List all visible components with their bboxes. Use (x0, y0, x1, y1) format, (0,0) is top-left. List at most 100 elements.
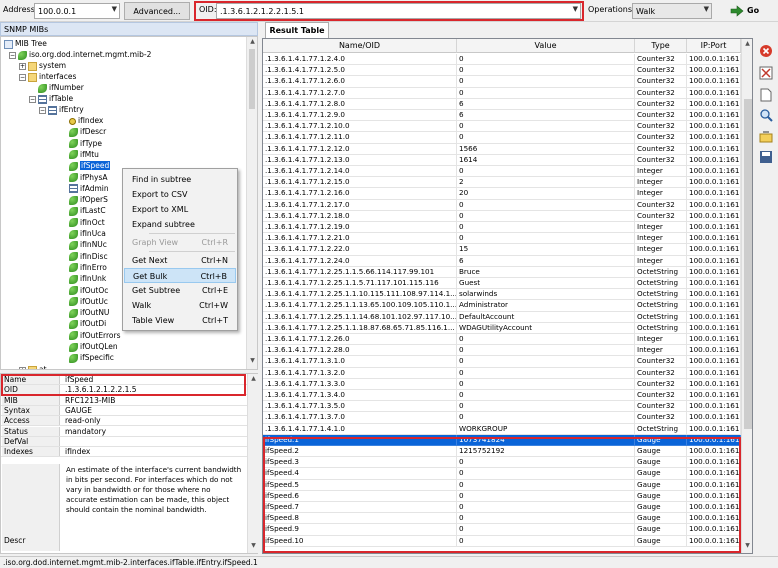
tree-node-ifinerro[interactable]: ifInErro (69, 262, 107, 273)
menu-find-in-subtree[interactable]: Find in subtree (124, 172, 236, 187)
find-icon[interactable] (759, 108, 773, 122)
table-row[interactable]: .1.3.6.1.4.1.77.1.2.9.0 6 Counter32 100.0.0… (263, 110, 741, 122)
table-row[interactable]: .1.3.6.1.4.1.77.1.3.3.0 0 Counter32 100.0.0… (263, 378, 741, 390)
tree-node-iflastc[interactable]: ifLastC (69, 205, 106, 216)
table-row[interactable]: .1.3.6.1.4.1.77.1.2.15.0 2 Integer 100.0.0.… (263, 177, 741, 189)
go-button[interactable]: Go (730, 3, 774, 19)
chevron-down-icon[interactable]: ▼ (573, 5, 578, 13)
table-row[interactable]: .1.3.6.1.4.1.77.1.2.14.0 0 Integer 100.0.0.… (263, 166, 741, 178)
table-row[interactable]: .1.3.6.1.4.1.77.1.2.25.1.1.14.68.101.102… (263, 311, 741, 323)
operations-select[interactable]: Walk ▼ (632, 3, 712, 19)
table-row[interactable]: .1.3.6.1.4.1.77.1.2.4.0 0 Counter32 100.0.0… (263, 54, 741, 66)
table-row[interactable]: .1.3.6.1.4.1.77.1.2.19.0 0 Integer 100.0.0.… (263, 222, 741, 234)
scroll-thumb[interactable] (249, 49, 255, 109)
table-row[interactable]: .1.3.6.1.4.1.77.1.2.7.0 0 Counter32 100.0.0… (263, 87, 741, 99)
table-row[interactable]: .1.3.6.1.4.1.77.1.2.28.0 0 Integer 100.0.0.… (263, 345, 741, 357)
tree-node-ifinuca[interactable]: ifInUca (69, 228, 106, 239)
address-input[interactable]: 100.0.0.1 ▼ (34, 3, 120, 19)
tree-node-at[interactable]: + at (19, 364, 47, 369)
tree-node-ifoutqlen[interactable]: ifOutQLen (69, 341, 118, 352)
table-row[interactable]: .1.3.6.1.4.1.77.1.3.7.0 0 Counter32 100.0.0… (263, 412, 741, 424)
tree-node-system[interactable]: + system (19, 60, 66, 71)
table-row[interactable]: .1.3.6.1.4.1.77.1.2.25.1.1.18.87.68.65.7… (263, 322, 741, 334)
column-header-name-oid[interactable]: Name/OID (263, 39, 457, 53)
menu-get-subtree[interactable]: Get Subtree Ctrl+E (124, 283, 236, 298)
table-row[interactable]: .1.3.6.1.4.1.77.1.2.5.0 0 Counter32 100.0.0… (263, 65, 741, 77)
tree-node-mib2[interactable]: − iso.org.dod.internet.mgmt.mib-2 (9, 49, 151, 60)
table-row[interactable]: .1.3.6.1.4.1.77.1.2.10.0 0 Counter32 100.0.… (263, 121, 741, 133)
column-header-type[interactable]: Type (635, 39, 687, 53)
scroll-up-icon[interactable]: ▲ (743, 40, 752, 49)
table-row[interactable]: .1.3.6.1.4.1.77.1.3.5.0 0 Counter32 100.0.0… (263, 401, 741, 413)
table-row[interactable]: .1.3.6.1.4.1.77.1.2.21.0 0 Integer 100.0.0.… (263, 233, 741, 245)
tree-node-root[interactable]: MIB Tree (4, 38, 47, 49)
menu-export-csv[interactable]: Export to CSV (124, 187, 236, 202)
expand-icon[interactable]: + (19, 366, 26, 369)
table-row[interactable]: .1.3.6.1.4.1.77.1.2.6.0 0 Counter32 100.0.0… (263, 76, 741, 88)
table-row[interactable]: .1.3.6.1.4.1.77.1.2.13.0 1614 Counter32 100… (263, 154, 741, 166)
menu-get-next[interactable]: Get Next Ctrl+N (124, 253, 236, 268)
expand-icon[interactable]: + (19, 62, 26, 70)
save-icon[interactable] (759, 150, 773, 164)
tree-node-ifentry[interactable]: − ifEntry (39, 104, 84, 115)
tree-node-ifspecific[interactable]: ifSpecific (69, 352, 114, 363)
tree-node-ifindisc[interactable]: ifInDisc (69, 251, 108, 262)
scroll-down-icon[interactable]: ▼ (249, 542, 258, 551)
collapse-icon[interactable]: − (9, 51, 16, 59)
tree-vertical-scrollbar[interactable]: ▲ ▼ (246, 37, 257, 369)
collapse-icon[interactable]: − (19, 73, 26, 81)
table-row[interactable]: .1.3.6.1.4.1.77.1.2.18.0 0 Counter32 100.0.… (263, 210, 741, 222)
tree-node-ifadmin[interactable]: ifAdmin (69, 183, 109, 194)
collapse-icon[interactable]: − (39, 106, 46, 114)
table-row[interactable]: .1.3.6.1.4.1.77.1.2.25.1.1.5.71.117.101.… (263, 278, 741, 290)
scroll-thumb[interactable] (744, 99, 752, 429)
tree-node-ifinoct[interactable]: ifInOct (69, 217, 105, 228)
table-row[interactable]: .1.3.6.1.4.1.77.1.2.22.0 15 Integer 100.0.0… (263, 244, 741, 256)
menu-table-view[interactable]: Table View Ctrl+T (124, 313, 236, 328)
tree-node-ifdescr[interactable]: ifDescr (69, 126, 106, 137)
menu-export-xml[interactable]: Export to XML (124, 202, 236, 217)
tree-node-ifphysa[interactable]: ifPhysA (69, 172, 107, 183)
column-header-ip-port[interactable]: IP:Port (687, 39, 741, 53)
table-row[interactable]: .1.3.6.1.4.1.77.1.2.24.0 6 Integer 100.0.0.… (263, 255, 741, 267)
table-row[interactable]: .1.3.6.1.4.1.77.1.3.1.0 0 Counter32 100.0.0… (263, 356, 741, 368)
collapse-icon[interactable]: − (29, 95, 36, 103)
tree-node-iftable[interactable]: − ifTable (29, 93, 73, 104)
table-row[interactable]: .1.3.6.1.4.1.77.1.2.8.0 6 Counter32 100.0.0… (263, 98, 741, 110)
table-row[interactable]: .1.3.6.1.4.1.77.1.3.2.0 0 Counter32 100.0.0… (263, 367, 741, 379)
table-row[interactable]: .1.3.6.1.4.1.77.1.3.4.0 0 Counter32 100.0.0… (263, 390, 741, 402)
table-row[interactable]: .1.3.6.1.4.1.77.1.2.25.1.1.13.65.100.109… (263, 300, 741, 312)
scroll-down-icon[interactable]: ▼ (743, 542, 752, 551)
tab-result-table[interactable]: Result Table (265, 22, 329, 38)
scroll-up-icon[interactable]: ▲ (248, 38, 257, 47)
scroll-down-icon[interactable]: ▼ (248, 357, 257, 366)
table-row[interactable]: .1.3.6.1.4.1.77.1.2.26.0 0 Integer 100.0.0.… (263, 334, 741, 346)
menu-get-bulk[interactable]: Get Bulk Ctrl+B (124, 268, 236, 283)
advanced-button[interactable]: Advanced... (124, 2, 190, 20)
tree-node-ifindex[interactable]: ifIndex (69, 115, 103, 126)
tree-node-ifoutuc[interactable]: ifOutUc (69, 296, 108, 307)
properties-scrollbar[interactable]: ▲ ▼ (247, 374, 258, 553)
table-row[interactable]: .1.3.6.1.4.1.77.1.2.16.0 20 Integer 100.0.0… (263, 188, 741, 200)
menu-walk[interactable]: Walk Ctrl+W (124, 298, 236, 313)
delete-all-icon[interactable] (759, 66, 773, 80)
menu-expand-subtree[interactable]: Expand subtree (124, 217, 236, 232)
oid-input[interactable]: .1.3.6.1.2.1.2.2.1.5.1 ▼ (216, 3, 581, 19)
scroll-up-icon[interactable]: ▲ (249, 375, 258, 384)
tree-node-ifopers[interactable]: ifOperS (69, 194, 108, 205)
tree-node-ifoutnu[interactable]: ifOutNU (69, 307, 109, 318)
tree-node-ifinnuc[interactable]: ifInNUc (69, 239, 107, 250)
tree-node-ifoutoc[interactable]: ifOutOc (69, 285, 108, 296)
column-header-value[interactable]: Value (457, 39, 635, 53)
table-row[interactable]: .1.3.6.1.4.1.77.1.4.1.0 WORKGROUP OctetStr… (263, 423, 741, 435)
chevron-down-icon[interactable]: ▼ (112, 5, 117, 13)
tree-node-interfaces[interactable]: − interfaces (19, 71, 76, 82)
table-row[interactable]: .1.3.6.1.4.1.77.1.2.12.0 1566 Counter32 100… (263, 143, 741, 155)
tree-node-ifspeed[interactable]: ifSpeed (69, 160, 111, 171)
table-row[interactable]: .1.3.6.1.4.1.77.1.2.17.0 0 Counter32 100.0.… (263, 199, 741, 211)
table-row[interactable]: .1.3.6.1.4.1.77.1.2.25.1.1.5.66.114.117.… (263, 266, 741, 278)
tree-node-ifouterrors[interactable]: ifOutErrors (69, 330, 121, 341)
table-row[interactable]: .1.3.6.1.4.1.77.1.2.25.1.1.10.115.111.10… (263, 289, 741, 301)
tree-node-ifnumber[interactable]: ifNumber (38, 82, 84, 93)
close-icon[interactable] (759, 44, 773, 58)
